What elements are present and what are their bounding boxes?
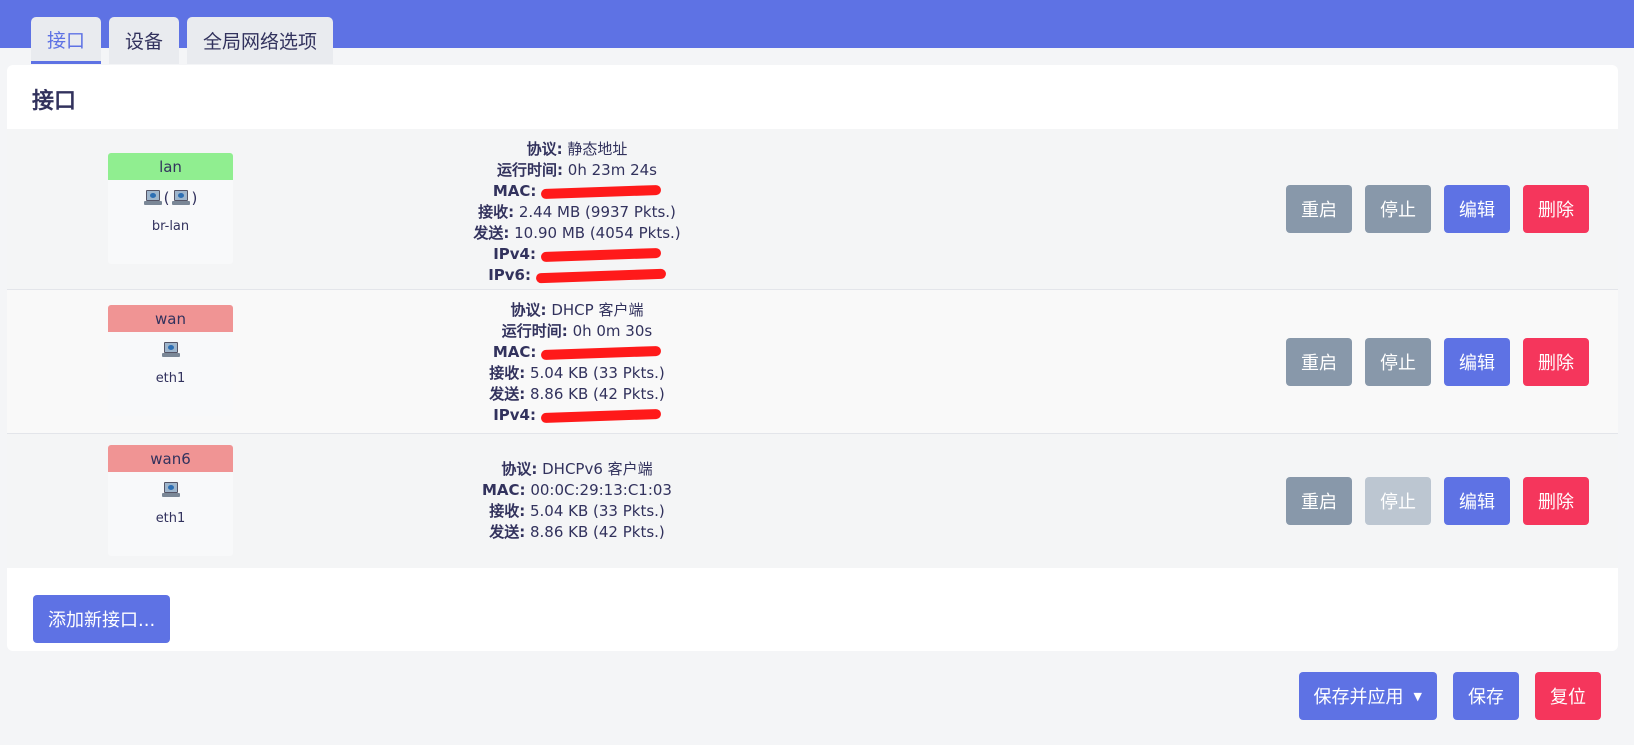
info-key: 协议: (501, 460, 538, 478)
info-value: 2.44 MB (9937 Pkts.) (518, 203, 676, 221)
info-key: 发送: (473, 224, 510, 242)
caret-down-icon[interactable]: ▼ (1414, 690, 1422, 703)
edit-button[interactable]: 编辑 (1444, 477, 1510, 525)
row-actions-wan: 重启 停止 编辑 删除 (1286, 338, 1589, 386)
info-value: 0h 23m 24s (567, 161, 657, 179)
interface-row-wan6: wan6 eth1 协议: DHCPv6 客户端 MAC: 00:0C:29:1… (7, 434, 1618, 568)
interface-list: lan ( ) br-lan 协议: 静态地址 运行时间: 0h 23m 24s… (7, 129, 1618, 568)
restart-button[interactable]: 重启 (1286, 185, 1352, 233)
footer-actions: 保存并应用 ▼ 保存 复位 (1298, 672, 1601, 720)
device-icons (108, 472, 233, 508)
delete-button[interactable]: 删除 (1523, 338, 1589, 386)
info-key: 接收: (489, 502, 526, 520)
section-title: 接口 (32, 89, 77, 114)
stop-button[interactable]: 停止 (1365, 185, 1431, 233)
device-icons: ( ) (108, 180, 233, 216)
info-key: MAC: (482, 481, 526, 499)
delete-button[interactable]: 删除 (1523, 185, 1589, 233)
interfaces-panel: 接口 lan ( ) br-lan 协议: 静态地址 运行时间: 0h 23m … (7, 65, 1618, 651)
save-apply-label: 保存并应用 (1313, 687, 1404, 708)
interface-info-wan6: 协议: DHCPv6 客户端 MAC: 00:0C:29:13:C1:03 接收… (357, 459, 797, 543)
ethernet-icon (161, 482, 180, 498)
info-value: DHCPv6 客户端 (542, 460, 653, 478)
redacted-value (540, 247, 661, 262)
info-value: 10.90 MB (4054 Pkts.) (514, 224, 681, 242)
edit-button[interactable]: 编辑 (1444, 185, 1510, 233)
info-key: 协议: (526, 140, 563, 158)
info-value: 静态地址 (567, 140, 628, 158)
info-key: MAC: (492, 343, 537, 361)
stop-button[interactable]: 停止 (1365, 338, 1431, 386)
interface-info-wan: 协议: DHCP 客户端 运行时间: 0h 0m 30s MAC: 接收: 5.… (357, 300, 797, 426)
info-value: 5.04 KB (33 Pkts.) (529, 364, 665, 382)
interface-badge-lan[interactable]: lan ( ) br-lan (108, 153, 233, 264)
stop-button-disabled: 停止 (1365, 477, 1431, 525)
info-value: 5.04 KB (33 Pkts.) (529, 502, 665, 520)
interface-row-wan: wan eth1 协议: DHCP 客户端 运行时间: 0h 0m 30s MA… (7, 290, 1618, 434)
info-key: IPv4: (493, 406, 536, 424)
tab-devices[interactable]: 设备 (109, 17, 180, 64)
info-key: 运行时间: (501, 322, 568, 340)
info-key: MAC: (492, 182, 537, 200)
info-key: 发送: (489, 385, 526, 403)
interface-row-lan: lan ( ) br-lan 协议: 静态地址 运行时间: 0h 23m 24s… (7, 129, 1618, 290)
redacted-value (541, 184, 662, 199)
restart-button[interactable]: 重启 (1286, 338, 1352, 386)
bridge-icon (143, 190, 162, 206)
redacted-value (535, 268, 666, 283)
interface-name: lan (108, 153, 233, 180)
tab-interfaces[interactable]: 接口 (31, 17, 102, 64)
info-key: IPv4: (493, 245, 536, 263)
info-value: 8.86 KB (42 Pkts.) (529, 523, 665, 541)
info-key: 协议: (510, 301, 547, 319)
info-key: IPv6: (488, 266, 531, 284)
interface-name: wan (108, 305, 233, 332)
tab-bar: 接口 设备 全局网络选项 (31, 17, 334, 64)
redacted-value (540, 408, 661, 423)
info-key: 发送: (489, 523, 526, 541)
info-value: 00:0C:29:13:C1:03 (530, 481, 672, 499)
delete-button[interactable]: 删除 (1523, 477, 1589, 525)
info-value: 8.86 KB (42 Pkts.) (529, 385, 665, 403)
device-name: br-lan (151, 218, 190, 234)
paren-open: ( (163, 189, 170, 207)
add-interface-button[interactable]: 添加新接口... (33, 595, 171, 643)
row-actions-lan: 重启 停止 编辑 删除 (1286, 185, 1589, 233)
device-name: eth1 (155, 370, 186, 386)
interface-info-lan: 协议: 静态地址 运行时间: 0h 23m 24s MAC: 接收: 2.44 … (357, 139, 797, 286)
redacted-value (541, 345, 662, 360)
info-value: 0h 0m 30s (572, 322, 653, 340)
reset-button[interactable]: 复位 (1535, 672, 1601, 720)
ethernet-icon (161, 342, 180, 358)
info-key: 接收: (478, 203, 515, 221)
tab-global-options[interactable]: 全局网络选项 (187, 17, 334, 64)
ethernet-icon (171, 190, 190, 206)
row-actions-wan6: 重启 停止 编辑 删除 (1286, 477, 1589, 525)
restart-button[interactable]: 重启 (1286, 477, 1352, 525)
info-value: DHCP 客户端 (551, 301, 644, 319)
interface-badge-wan6[interactable]: wan6 eth1 (108, 445, 233, 556)
info-key: 接收: (489, 364, 526, 382)
save-button[interactable]: 保存 (1453, 672, 1519, 720)
interface-name: wan6 (108, 445, 233, 472)
paren-close: ) (191, 189, 198, 207)
save-apply-button[interactable]: 保存并应用 ▼ (1298, 672, 1437, 720)
device-name: eth1 (155, 510, 186, 526)
info-key: 运行时间: (497, 161, 564, 179)
edit-button[interactable]: 编辑 (1444, 338, 1510, 386)
interface-badge-wan[interactable]: wan eth1 (108, 305, 233, 416)
device-icons (108, 332, 233, 368)
